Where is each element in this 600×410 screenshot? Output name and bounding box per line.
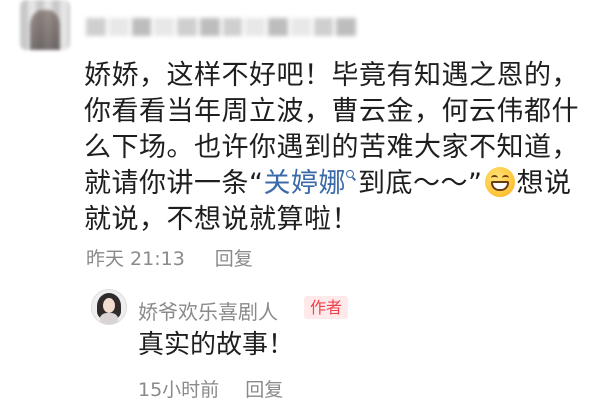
reply-username[interactable]: 娇爷欢乐喜剧人 xyxy=(138,296,278,325)
comment-meta: 昨天 21:13 回复 xyxy=(86,244,253,271)
grinning-face-emoji-icon xyxy=(484,167,515,197)
mention-label: 关婷娜 xyxy=(263,168,346,199)
reply-meta: 15小时前 回复 xyxy=(138,375,283,402)
comment-text: 娇娇，这样不好吧！毕竟有知遇之恩的，你看看当年周立波，曹云金，何云伟都什么下场。… xyxy=(84,58,589,238)
reply-to-reply-button[interactable]: 回复 xyxy=(245,375,283,402)
author-badge: 作者 xyxy=(304,296,349,319)
author-avatar[interactable] xyxy=(91,289,127,325)
search-icon xyxy=(346,170,356,184)
avatar-image xyxy=(30,10,60,50)
commenter-username-redacted xyxy=(86,18,356,36)
commenter-avatar[interactable] xyxy=(20,0,70,50)
mention-link[interactable]: 关婷娜 xyxy=(264,168,359,199)
comment-text-part-2: 到底～～” xyxy=(358,168,483,199)
reply-text: 真实的故事！ xyxy=(138,330,295,360)
reply-timestamp: 15小时前 xyxy=(138,379,220,401)
reply-button[interactable]: 回复 xyxy=(215,244,253,271)
comment-timestamp: 昨天 21:13 xyxy=(86,248,185,270)
